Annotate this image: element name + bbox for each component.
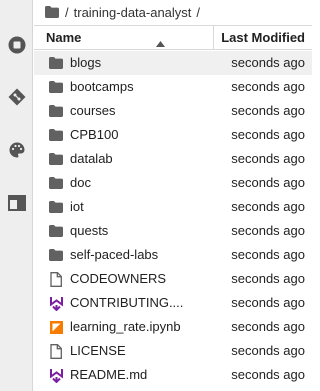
notebook-icon — [49, 319, 63, 335]
file-row[interactable]: datalab seconds ago — [34, 147, 312, 171]
file-row[interactable]: README.md seconds ago — [34, 363, 312, 387]
column-divider[interactable] — [213, 26, 214, 49]
file-name: learning_rate.ipynb — [70, 319, 181, 334]
palette-icon[interactable] — [0, 133, 33, 167]
file-modified: seconds ago — [231, 319, 305, 334]
left-sidebar — [0, 0, 33, 391]
file-name: self-paced-labs — [70, 247, 159, 262]
breadcrumb: / training-data-analyst / — [45, 0, 312, 24]
file-name: datalab — [70, 151, 113, 166]
breadcrumb-separator: / — [65, 4, 69, 20]
file-name: quests — [70, 223, 109, 238]
folder-icon — [49, 127, 63, 143]
file-row[interactable]: CODEOWNERS seconds ago — [34, 267, 312, 291]
git-icon[interactable] — [0, 80, 33, 114]
file-row[interactable]: doc seconds ago — [34, 171, 312, 195]
name-column-header[interactable]: Name — [46, 30, 81, 45]
folder-icon — [49, 175, 63, 191]
file-name: CONTRIBUTING.... — [70, 295, 184, 310]
file-row[interactable]: quests seconds ago — [34, 219, 312, 243]
file-name: courses — [70, 103, 116, 118]
file-name: doc — [70, 175, 91, 190]
file-modified: seconds ago — [231, 295, 305, 310]
file-modified: seconds ago — [231, 175, 305, 190]
file-name: CPB100 — [70, 127, 119, 142]
file-row[interactable]: courses seconds ago — [34, 99, 312, 123]
folder-icon — [49, 223, 63, 239]
file-modified: seconds ago — [231, 103, 305, 118]
file-modified: seconds ago — [231, 367, 305, 382]
file-modified: seconds ago — [231, 271, 305, 286]
file-row[interactable]: CPB100 seconds ago — [34, 123, 312, 147]
file-list-header: Name Last Modified — [34, 25, 312, 50]
file-modified: seconds ago — [231, 247, 305, 262]
file-row[interactable]: iot seconds ago — [34, 195, 312, 219]
markdown-icon — [49, 295, 63, 311]
folder-icon — [49, 151, 63, 167]
file-modified: seconds ago — [231, 55, 305, 70]
file-list: blogs seconds ago bootcamps seconds ago … — [34, 51, 312, 387]
file-name: iot — [70, 199, 84, 214]
folder-icon — [49, 79, 63, 95]
file-modified: seconds ago — [231, 199, 305, 214]
file-name: bootcamps — [70, 79, 134, 94]
last-modified-column-header[interactable]: Last Modified — [221, 30, 305, 45]
home-folder-icon[interactable] — [45, 6, 59, 18]
file-modified: seconds ago — [231, 151, 305, 166]
folder-icon — [49, 247, 63, 263]
file-name: README.md — [70, 367, 148, 382]
file-modified: seconds ago — [231, 79, 305, 94]
file-icon — [49, 343, 63, 359]
file-row[interactable]: CONTRIBUTING.... seconds ago — [34, 291, 312, 315]
file-row[interactable]: blogs seconds ago — [34, 51, 312, 75]
folder-icon — [49, 199, 63, 215]
breadcrumb-segment[interactable]: training-data-analyst — [74, 5, 192, 20]
breadcrumb-separator: / — [196, 4, 201, 20]
file-name: LICENSE — [70, 343, 126, 358]
file-modified: seconds ago — [231, 127, 305, 142]
markdown-icon — [49, 367, 63, 383]
tabs-icon[interactable] — [0, 186, 33, 220]
file-name: blogs — [70, 55, 102, 70]
file-name: CODEOWNERS — [70, 271, 167, 286]
file-modified: seconds ago — [231, 223, 305, 238]
folder-icon — [49, 103, 63, 119]
running-sessions-icon[interactable] — [0, 28, 33, 62]
file-row[interactable]: learning_rate.ipynb seconds ago — [34, 315, 312, 339]
file-modified: seconds ago — [231, 343, 305, 358]
sort-ascending-icon[interactable] — [156, 35, 165, 50]
folder-icon — [49, 55, 63, 71]
file-row[interactable]: self-paced-labs seconds ago — [34, 243, 312, 267]
file-icon — [49, 271, 63, 287]
file-row[interactable]: LICENSE seconds ago — [34, 339, 312, 363]
file-row[interactable]: bootcamps seconds ago — [34, 75, 312, 99]
